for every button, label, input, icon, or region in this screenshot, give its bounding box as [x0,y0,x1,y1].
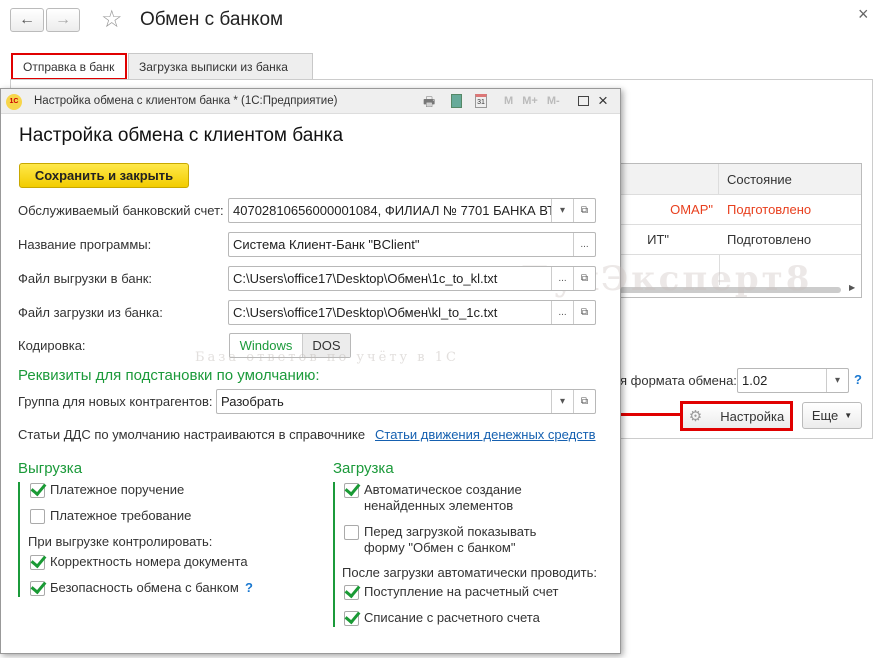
dropdown-icon[interactable]: ▾ [551,390,573,413]
tab-load-statement[interactable]: Загрузка выписки из банка [128,53,313,80]
save-and-close-button[interactable]: Сохранить и закрыть [19,163,189,188]
chevron-down-icon: ▼ [844,411,853,420]
memory-buttons[interactable]: M M+ M- [504,95,560,107]
gear-icon: ⚙ [688,408,703,425]
page-title: Обмен с банком [140,9,284,30]
more-label: Еще [811,408,839,423]
settings-button[interactable]: ⚙ Настройка [680,401,793,431]
export-file-label: Файл выгрузки в банк: [18,271,153,286]
calculator-icon[interactable] [451,94,462,108]
checkbox-label: Платежное требование [50,508,192,523]
post-subtitle: После загрузки автоматически проводить: [342,565,597,580]
checkbox-label: Безопасность обмена с банком [50,580,239,595]
close-icon[interactable]: × [858,4,869,25]
help-icon[interactable]: ? [245,580,253,596]
section-bar [18,482,20,597]
print-icon[interactable]: 🖶 [423,93,435,115]
close-icon[interactable]: × [598,91,608,111]
tab-label: Загрузка выписки из банка [139,60,288,74]
dialog-title: Настройка обмена с клиентом банка * (1С:… [34,95,338,107]
maximize-icon[interactable] [578,96,589,106]
help-icon[interactable]: ? [854,372,862,387]
dialog-titlebar: 1С Настройка обмена с клиентом банка * (… [1,89,620,114]
checkbox-label: Корректность номера документа [50,554,248,569]
defaults-section-title: Реквизиты для подстановки по умолчанию: [18,367,320,384]
encoding-label: Кодировка: [18,338,86,353]
import-section-title: Загрузка [333,460,394,477]
dropdown-icon[interactable]: ▾ [826,369,848,392]
checkbox-label: Платежное поручение [50,482,185,497]
checkbox-auto-create[interactable] [344,483,359,498]
calendar-icon[interactable]: 31 [475,94,487,108]
cell-status[interactable]: Подготовлено [719,225,861,255]
format-version-select[interactable]: 1.02 ▾ [737,368,849,393]
bank-account-select[interactable]: 40702810656000001084, ФИЛИАЛ № 7701 БАНК… [228,198,596,223]
checkbox-payment-order[interactable] [30,483,45,498]
export-section-title: Выгрузка [18,460,83,477]
checkbox-label: Перед загрузкой показывать форму "Обмен с… [364,524,537,555]
star-icon[interactable]: ☆ [101,5,123,34]
settings-label: Настройка [720,408,785,424]
more-button[interactable]: Еще ▼ [802,402,862,429]
watermark-tagline: База ответов по учёту в 1С [195,350,459,365]
control-subtitle: При выгрузке контролировать: [28,534,213,549]
import-file-label: Файл загрузки из банка: [18,305,163,320]
program-name-label: Название программы: [18,237,152,252]
dds-note: Статьи ДДС по умолчанию настраиваются в … [18,427,366,442]
import-file-field[interactable]: C:\Users\office17\Desktop\Обмен\kl_to_1c… [228,300,596,325]
choose-icon[interactable]: ... [551,301,573,324]
checkbox-post-receipt[interactable] [344,585,359,600]
scroll-right-icon[interactable]: ▶ [849,283,855,292]
dds-link[interactable]: Статьи движения денежных средств [375,427,596,442]
checkbox-payment-request[interactable] [30,509,45,524]
column-header-status[interactable]: Состояние [719,164,861,195]
highlight-connector [620,413,680,416]
checkbox-label: Поступление на расчетный счет [364,584,559,599]
1c-logo: 1С [6,94,22,110]
group-select[interactable]: Разобрать ▾ ⧉ [216,389,596,414]
checkbox-label: Списание с расчетного счета [364,610,540,625]
checkbox-post-writeoff[interactable] [344,611,359,626]
open-icon[interactable]: ⧉ [573,199,595,222]
forward-button[interactable]: → [46,8,80,32]
dropdown-icon[interactable]: ▾ [551,199,573,222]
open-icon[interactable]: ⧉ [573,301,595,324]
choose-icon[interactable]: ... [573,233,595,256]
checkbox-exchange-security[interactable] [30,581,45,596]
back-button[interactable]: ← [10,8,44,32]
dialog-heading: Настройка обмена с клиентом банка [19,125,344,146]
section-bar [333,482,335,627]
bank-account-label: Обслуживаемый банковский счет: [18,203,224,218]
checkbox-doc-number[interactable] [30,555,45,570]
open-icon[interactable]: ⧉ [573,267,595,290]
checkbox-label: Автоматическое создание ненайденных элеме… [364,482,522,513]
cell-status[interactable]: Подготовлено [719,195,861,225]
group-label: Группа для новых контрагентов: [18,394,213,409]
checkbox-show-form[interactable] [344,525,359,540]
tab-label: Отправка в банк [23,59,115,74]
choose-icon[interactable]: ... [551,267,573,290]
open-icon[interactable]: ⧉ [573,390,595,413]
program-name-field[interactable]: Система Клиент-Банк "BClient"... [228,232,596,257]
export-file-field[interactable]: C:\Users\office17\Desktop\Обмен\1c_to_kl… [228,266,596,291]
tab-send-to-bank[interactable]: Отправка в банк [11,53,127,80]
